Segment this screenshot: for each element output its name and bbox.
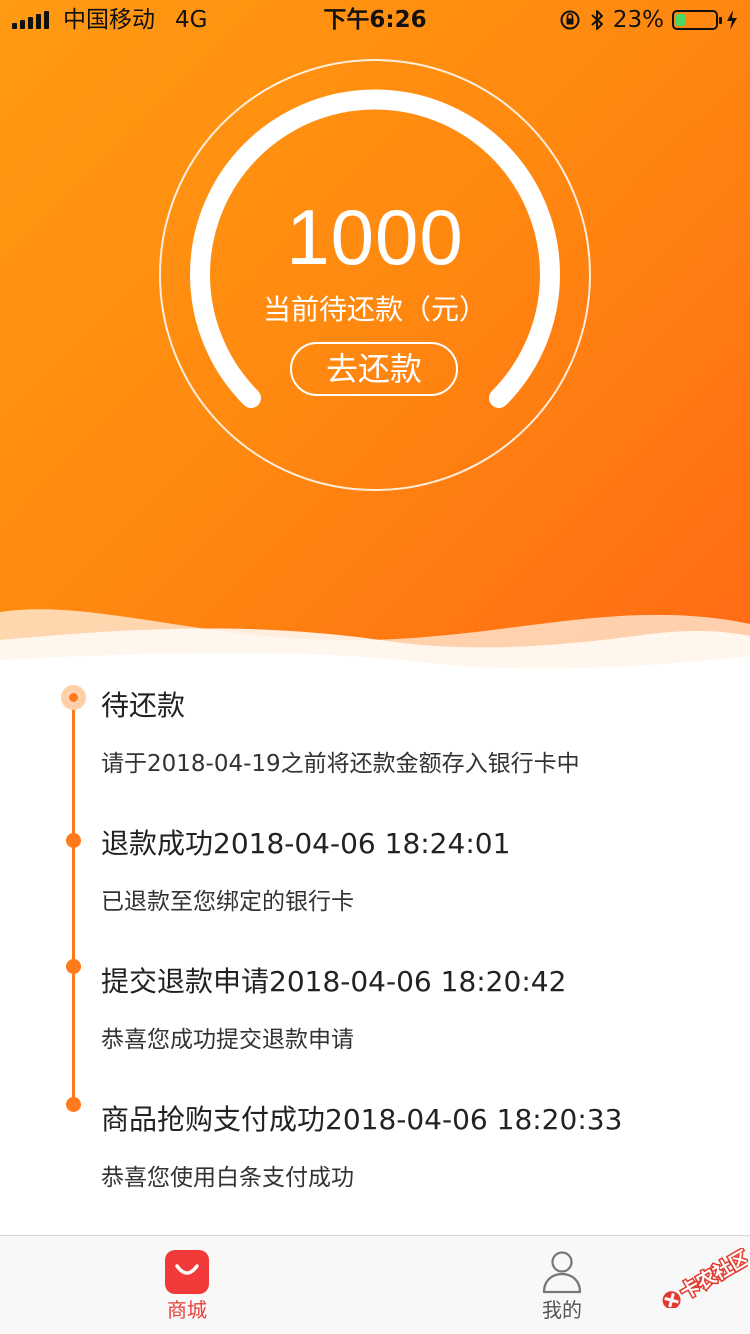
repay-button[interactable]: 去还款 (290, 342, 458, 396)
timeline-dot (66, 1097, 81, 1112)
tab-mine[interactable]: 我的 (502, 1236, 622, 1334)
pending-amount-caption: 当前待还款（元） (262, 293, 487, 326)
timeline-line (72, 697, 75, 1105)
timeline-item-title: 退款成功2018-04-06 18:24:01 (101, 827, 511, 860)
timeline-item-desc: 已退款至您绑定的银行卡 (101, 889, 354, 915)
shopping-bag-icon (165, 1250, 209, 1294)
watermark-text: 卡农社区 (676, 1248, 748, 1304)
timeline-item-desc: 恭喜您成功提交退款申请 (101, 1027, 354, 1053)
timeline-item-title: 提交退款申请2018-04-06 18:20:42 (101, 965, 567, 998)
timeline-item-title: 待还款 (101, 689, 186, 722)
wave-divider (0, 609, 750, 680)
timeline-item-desc: 恭喜您使用白条支付成功 (101, 1165, 354, 1191)
timeline-dot (66, 833, 81, 848)
tab-mall[interactable]: 商城 (127, 1236, 247, 1334)
repayment-gauge: 1000 当前待还款（元） 去还款 (0, 0, 750, 520)
timeline-dot (66, 959, 81, 974)
user-profile-icon (542, 1251, 582, 1294)
tab-mall-label: 商城 (167, 1298, 207, 1322)
repayment-timeline: 待还款 请于2018-04-19之前将还款金额存入银行卡中 退款成功2018-0… (0, 680, 750, 1235)
header-banner: 中国移动 4G 下午6:26 23% 1000 当前待还款（元） 去还款 (0, 0, 750, 680)
tab-bar: 商城 我的 (0, 1235, 750, 1334)
timeline-item-title: 商品抢购支付成功2018-04-06 18:20:33 (101, 1103, 623, 1136)
timeline-dot-active (61, 685, 86, 710)
pending-amount: 1000 (286, 193, 464, 281)
tab-mine-label: 我的 (542, 1298, 582, 1322)
watermark-logo: 卡农社区 (648, 1244, 750, 1310)
timeline-item-desc: 请于2018-04-19之前将还款金额存入银行卡中 (101, 751, 580, 777)
